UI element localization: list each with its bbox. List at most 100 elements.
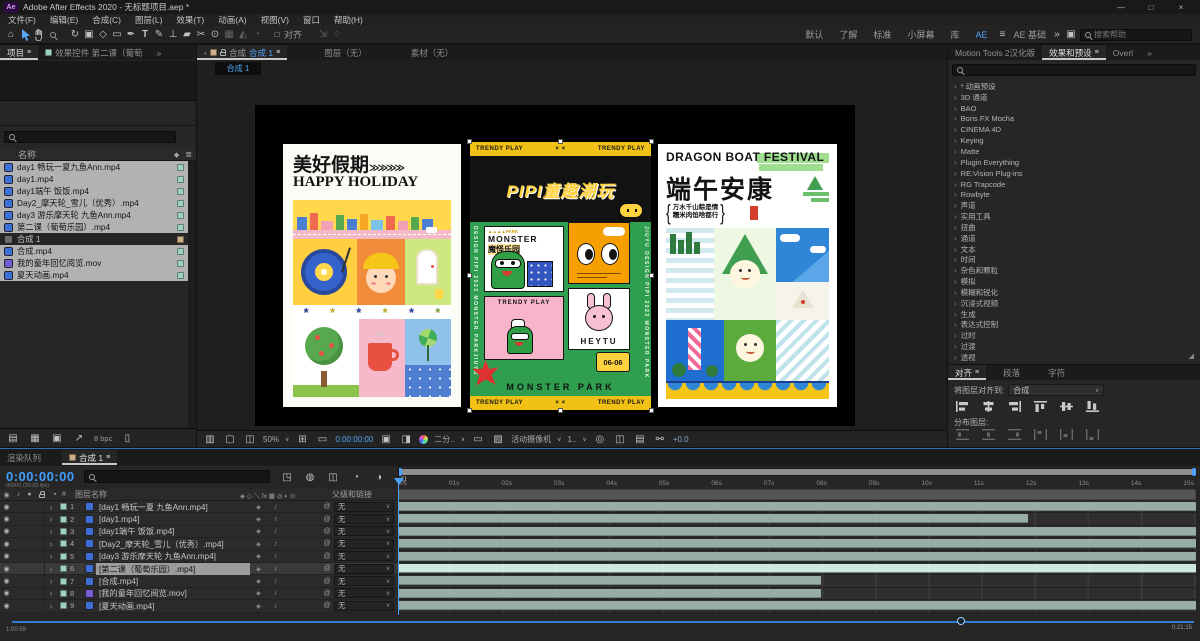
project-scroll-track[interactable] xyxy=(188,161,196,428)
parent-pickwhip-icon[interactable]: @ xyxy=(320,516,334,523)
hide-shy-layers-icon[interactable]: ◫ xyxy=(326,470,340,484)
project-item-row[interactable]: 第二课（葡萄乐园）.mp4 xyxy=(0,221,188,233)
name-column-header[interactable]: 名称 xyxy=(18,148,36,161)
av-switch-cells[interactable] xyxy=(13,600,45,612)
eraser-tool-icon[interactable]: ▰ xyxy=(180,28,194,42)
new-composition-icon[interactable]: ▣ xyxy=(50,431,64,445)
channel-icon[interactable] xyxy=(419,434,429,444)
eye-icon[interactable]: ◉ xyxy=(0,577,13,585)
parent-dropdown[interactable]: 无 ∨ xyxy=(334,514,398,525)
label-chip-cell[interactable] xyxy=(57,565,70,573)
effect-category-row[interactable]: › * 动画预设 xyxy=(948,81,1200,92)
project-item-row[interactable]: Day2_摩天轮_雪儿（优秀）.mp4 xyxy=(0,197,188,209)
parent-pickwhip-icon[interactable]: @ xyxy=(320,590,334,597)
parent-column-header[interactable]: 父级和链接 xyxy=(332,489,398,500)
av-switch-cells[interactable] xyxy=(13,501,45,513)
label-color-chip[interactable] xyxy=(177,235,184,243)
project-search-input[interactable] xyxy=(18,132,171,142)
selection-tool-icon[interactable] xyxy=(18,28,32,42)
menu-item[interactable]: 文件(F) xyxy=(8,14,36,26)
av-switch-cells[interactable] xyxy=(13,587,45,600)
effect-category-name[interactable]: 扭曲 xyxy=(961,222,976,233)
grid-options-icon[interactable]: ⁘ xyxy=(330,28,344,42)
parent-dropdown[interactable]: 无 ∨ xyxy=(334,538,398,549)
twirl-icon[interactable]: › xyxy=(45,564,57,574)
timeline-layer-row[interactable]: ◉ › 3 [day1端午 饭饭.mp4] ◈ / @ 无 ∨ xyxy=(0,525,398,539)
disclosure-icon[interactable]: › xyxy=(954,342,957,351)
workspace-item[interactable]: AE xyxy=(975,30,987,40)
menu-item[interactable]: 窗口 xyxy=(303,14,320,26)
disclosure-icon[interactable]: › xyxy=(954,288,957,297)
effect-category-name[interactable]: 透视 xyxy=(961,352,976,363)
project-item-row[interactable]: 合成.mp4 xyxy=(0,245,188,257)
home-icon[interactable]: ⌂ xyxy=(4,28,18,42)
distribute-vcenter-icon[interactable] xyxy=(982,429,995,440)
tab-motion-tools[interactable]: Motion Tools 2汉化版 xyxy=(948,45,1042,60)
resolution-chevron-icon[interactable]: ∨ xyxy=(461,436,465,443)
disclosure-icon[interactable]: › xyxy=(954,245,957,254)
project-item-name[interactable]: day3 游乐摩天轮 九鱼Ann.mp4 xyxy=(17,209,173,221)
pixel-aspect-icon[interactable]: ◎ xyxy=(593,432,607,446)
lock-icon[interactable] xyxy=(219,49,227,56)
disclosure-icon[interactable]: › xyxy=(954,180,957,189)
project-tabs-overflow-icon[interactable]: » xyxy=(149,45,168,60)
tab-align[interactable]: 对齐 ≡ xyxy=(948,365,987,380)
expand-icon[interactable]: ⇲ xyxy=(316,28,330,42)
layer-duration-bar[interactable] xyxy=(398,539,1196,549)
tab-project[interactable]: 项目 ≡ xyxy=(0,45,39,60)
disclosure-icon[interactable]: › xyxy=(954,93,957,102)
effect-category-row[interactable]: › 扭曲 xyxy=(948,222,1200,233)
effect-category-row[interactable]: › 沉浸式视频 xyxy=(948,298,1200,309)
poster-pipi-trendy-play[interactable]: TRENDY PLAY × × TRENDY PLAY PIPI童趣潮玩 DESIG… xyxy=(467,139,654,413)
effect-category-name[interactable]: RG Trapcode xyxy=(961,180,1006,189)
project-item-name[interactable]: day1.mp4 xyxy=(17,174,173,184)
rotate-tool-icon[interactable]: ↻ xyxy=(68,28,82,42)
label-column-icon[interactable]: ▪ xyxy=(48,491,62,498)
project-item-row[interactable]: day1 畅玩一夏九鱼Ann.mp4 xyxy=(0,161,188,173)
effect-category-name[interactable]: 文本 xyxy=(961,244,976,255)
disclosure-icon[interactable]: › xyxy=(954,201,957,210)
project-item-name[interactable]: 合成.mp4 xyxy=(17,245,173,257)
effect-category-name[interactable]: * 动画预设 xyxy=(961,81,996,92)
effect-category-row[interactable]: › RE:Vision Plug-ins xyxy=(948,168,1200,179)
layer-duration-bar[interactable] xyxy=(398,576,821,586)
label-chip-cell[interactable] xyxy=(57,503,70,511)
project-item-name[interactable]: day1端午 饭饭.mp4 xyxy=(17,185,173,197)
effect-category-name[interactable]: 模拟 xyxy=(961,276,976,287)
scrollbar-knob[interactable] xyxy=(957,617,965,625)
disclosure-icon[interactable]: › xyxy=(954,147,957,156)
label-chip-cell[interactable] xyxy=(57,602,70,610)
twirl-icon[interactable]: › xyxy=(45,526,57,536)
video-column-icon[interactable]: ◉ xyxy=(0,491,13,499)
delete-icon[interactable]: ▯ xyxy=(120,431,134,445)
label-color-chip[interactable] xyxy=(177,199,184,207)
stamp-tool-icon[interactable]: ⊥ xyxy=(166,28,180,42)
effect-category-row[interactable]: › 杂色和颗粒 xyxy=(948,265,1200,276)
effect-category-row[interactable]: › 模糊和锐化 xyxy=(948,287,1200,298)
effect-category-name[interactable]: Rowbyte xyxy=(961,190,990,199)
timeline-layer-row[interactable]: ◉ › 7 [合成.mp4] ◈ / @ 无 ∨ xyxy=(0,575,398,588)
project-item-name[interactable]: 合成 1 xyxy=(17,233,173,245)
distribute-left-icon[interactable] xyxy=(1034,429,1047,440)
label-chip-cell[interactable] xyxy=(57,527,70,535)
effect-category-name[interactable]: CINEMA 4D xyxy=(961,125,1001,134)
effect-category-row[interactable]: › 表达式控制 xyxy=(948,320,1200,331)
disclosure-icon[interactable]: › xyxy=(954,320,957,329)
roto-brush-tool-icon[interactable]: ✂ xyxy=(194,28,208,42)
tab-paragraph[interactable]: 段落 xyxy=(996,365,1027,380)
close-button[interactable]: × xyxy=(1166,3,1196,12)
label-color-chip[interactable] xyxy=(177,211,184,219)
tab-comp-timeline[interactable]: 合成 1 ≡ xyxy=(62,450,118,465)
view-camera-value[interactable]: 活动摄像机 xyxy=(511,434,551,445)
project-item-name[interactable]: 第二课（葡萄乐园）.mp4 xyxy=(17,221,173,233)
timeline-layer-row[interactable]: ◉ › 9 [夏天动画.mp4] ◈ / @ 无 ∨ xyxy=(0,600,398,613)
disclosure-icon[interactable]: › xyxy=(954,277,957,286)
layer-switches[interactable]: ◈ / xyxy=(250,565,320,573)
effect-category-name[interactable]: 模糊和锐化 xyxy=(961,287,999,298)
mask-tool-icon[interactable]: ▭ xyxy=(110,28,124,42)
project-item-name[interactable]: 我的童年回忆阅览.mov xyxy=(17,257,173,269)
layer-name[interactable]: [day1.mp4] xyxy=(96,515,250,524)
layer-name[interactable]: [day3 游乐摩天轮 九鱼Ann.mp4] xyxy=(96,550,250,562)
label-color-chip[interactable] xyxy=(177,271,184,279)
project-item-name[interactable]: 夏天动画.mp4 xyxy=(17,269,173,281)
